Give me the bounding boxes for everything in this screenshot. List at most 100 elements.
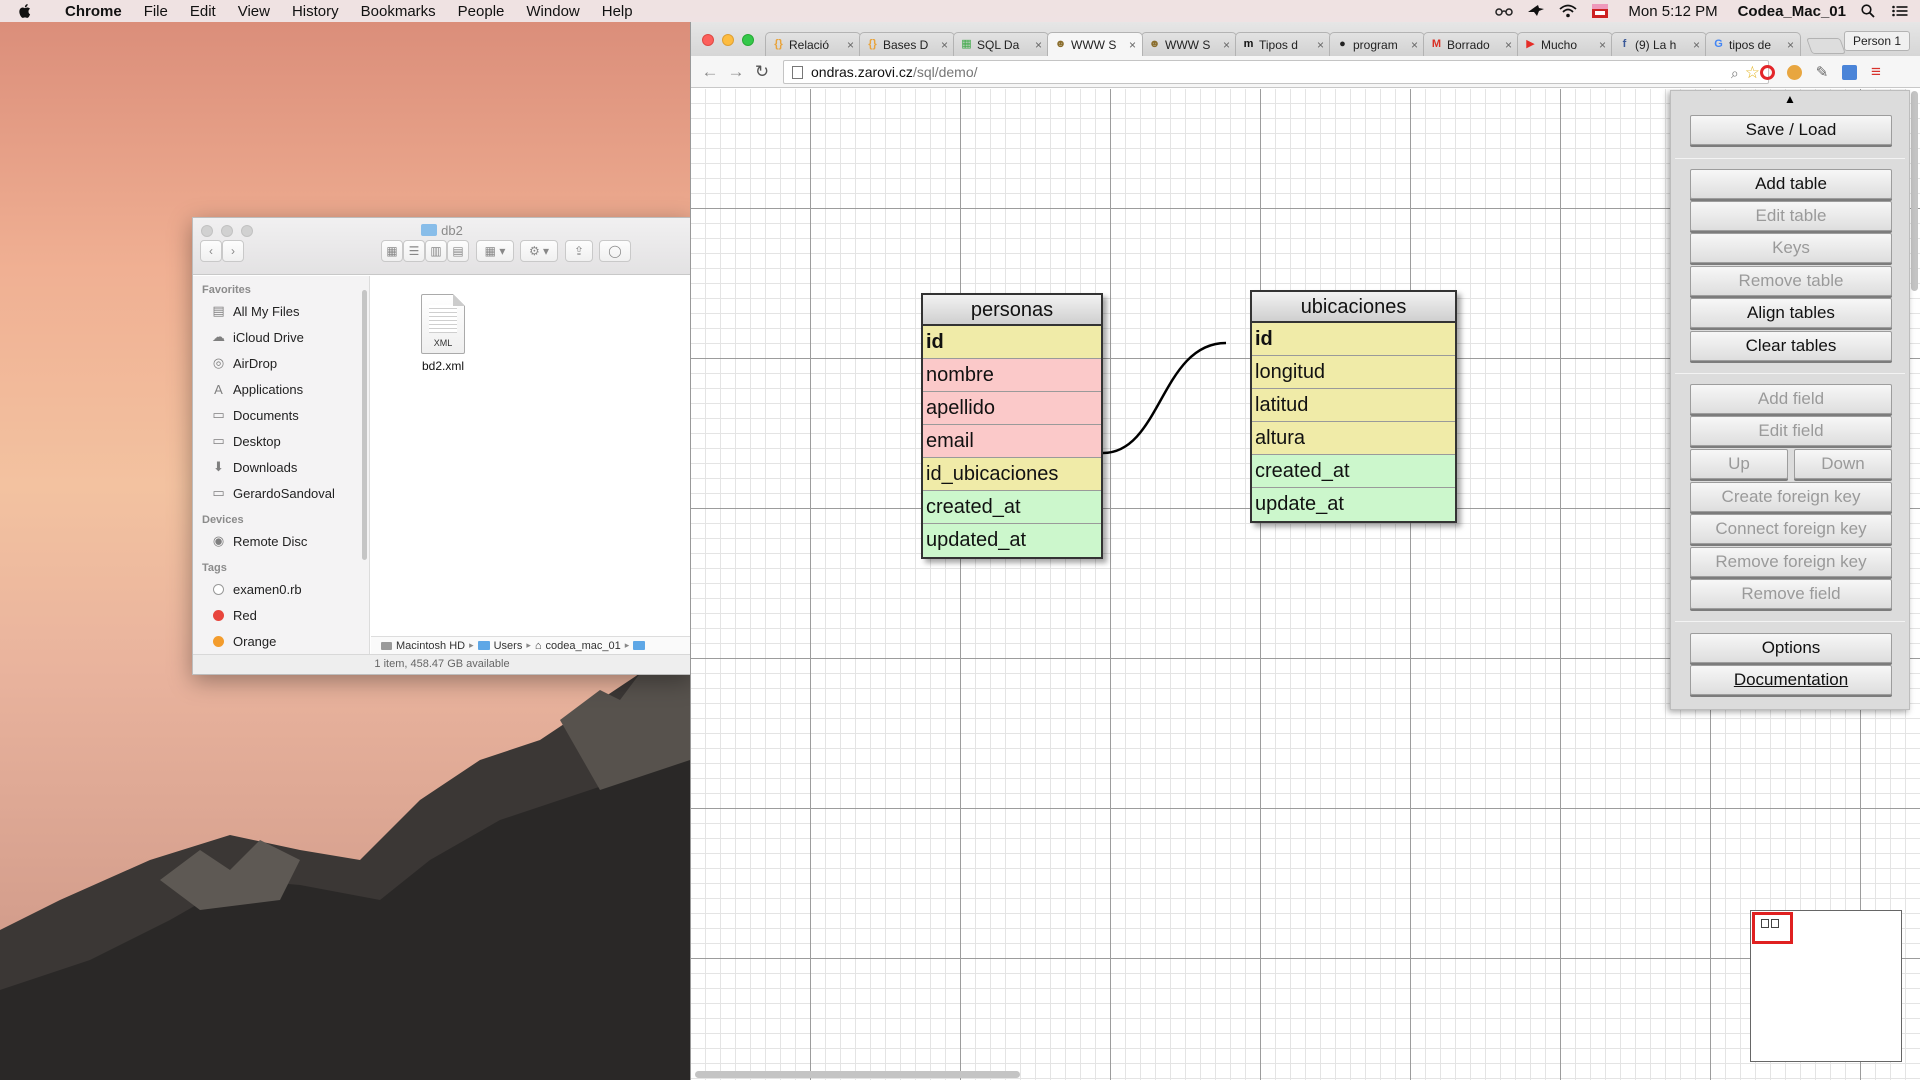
options-button[interactable]: Options [1690,633,1892,663]
sidebar-item-remote-disc[interactable]: ◉ Remote Disc [193,528,369,554]
list-view-button[interactable]: ☰ [403,240,425,262]
menu-hamburger-icon[interactable]: ≡ [1866,62,1886,82]
menu-window[interactable]: Window [515,3,590,20]
clock[interactable]: Mon 5:12 PM [1628,3,1717,20]
sidebar-item-documents[interactable]: ▭ Documents [193,402,369,428]
minimize-button[interactable] [722,34,734,46]
sidebar-scrollbar[interactable] [362,290,367,560]
add-table-button[interactable]: Add table [1690,169,1892,199]
table-field[interactable]: email [923,425,1101,458]
back-button[interactable]: ‹ [200,240,222,262]
horizontal-scrollbar[interactable] [695,1071,1020,1078]
sidebar-tag-orange[interactable]: Orange [193,628,369,654]
menu-help[interactable]: Help [591,3,644,20]
table-title[interactable]: personas [923,295,1101,326]
opera-extension-icon[interactable] [1757,62,1777,82]
table-field[interactable]: apellido [923,392,1101,425]
table-field[interactable]: updated_at [923,524,1101,557]
cookie-extension-icon[interactable] [1784,62,1804,82]
table-title[interactable]: ubicaciones [1252,292,1455,323]
table-personas[interactable]: personas id nombre apellido email id_ubicaci… [921,293,1103,559]
browser-tab[interactable]: f (9) La h × [1611,32,1707,56]
cover-flow-button[interactable]: ▤ [447,240,469,262]
spotlight-search-icon[interactable] [1858,3,1878,19]
file-item[interactable]: XML bd2.xml [413,294,473,373]
browser-tab[interactable]: ● program × [1329,32,1425,56]
path-item[interactable]: Macintosh HD [396,640,465,652]
new-tab-button[interactable] [1806,38,1846,54]
path-item[interactable]: codea_mac_01 [546,640,621,652]
close-button[interactable] [702,34,714,46]
column-view-button[interactable]: ▥ [425,240,447,262]
browser-tab[interactable]: ▶ Mucho × [1517,32,1613,56]
remove-table-button[interactable]: Remove table [1690,266,1892,296]
browser-tab[interactable]: m Tipos d × [1235,32,1331,56]
back-arrow-icon[interactable]: ← [699,61,721,83]
address-bar[interactable]: ondras.zarovi.cz/sql/demo/ ⌕ ☆ [783,60,1769,84]
path-item[interactable]: Users [494,640,523,652]
menu-file[interactable]: File [133,3,179,20]
minimap[interactable] [1750,910,1902,1062]
input-flag-icon[interactable] [1590,3,1610,19]
browser-tab[interactable]: {} Relació × [765,32,861,56]
sidebar-tag-red[interactable]: Red [193,602,369,628]
move-down-button[interactable]: Down [1794,449,1892,479]
edit-field-button[interactable]: Edit field [1690,416,1892,446]
edit-table-button[interactable]: Edit table [1690,201,1892,231]
table-field[interactable]: nombre [923,359,1101,392]
browser-tab[interactable]: ☻ WWW S × [1047,32,1143,56]
table-ubicaciones[interactable]: ubicaciones id longitud latitud altura creat… [1250,290,1457,523]
browser-tab[interactable]: ☻ WWW S × [1141,32,1237,56]
table-field[interactable]: id [923,326,1101,359]
menu-edit[interactable]: Edit [179,3,227,20]
table-field[interactable]: altura [1252,422,1455,455]
tab-close-icon[interactable]: × [1411,38,1418,52]
browser-tab[interactable]: M Borrado × [1423,32,1519,56]
clear-tables-button[interactable]: Clear tables [1690,331,1892,361]
align-tables-button[interactable]: Align tables [1690,298,1892,328]
zoom-icon[interactable]: ⌕ [1731,65,1739,82]
keys-button[interactable]: Keys [1690,233,1892,263]
table-field[interactable]: created_at [1252,455,1455,488]
sidebar-item-applications[interactable]: A Applications [193,376,369,402]
tab-close-icon[interactable]: × [847,38,854,52]
browser-tab[interactable]: {} Bases D × [859,32,955,56]
remove-foreign-key-button[interactable]: Remove foreign key [1690,547,1892,577]
tab-close-icon[interactable]: × [1129,38,1136,52]
sidebar-item-desktop[interactable]: ▭ Desktop [193,428,369,454]
tab-close-icon[interactable]: × [1505,38,1512,52]
glasses-icon[interactable] [1494,3,1514,19]
table-field[interactable]: longitud [1252,356,1455,389]
sidebar-item-gerardosandoval[interactable]: ▭ GerardoSandoval [193,480,369,506]
table-field[interactable]: update_at [1252,488,1455,521]
reload-icon[interactable]: ↻ [751,61,773,83]
sidebar-item-airdrop[interactable]: ◎ AirDrop [193,350,369,376]
tab-close-icon[interactable]: × [1035,38,1042,52]
bird-icon[interactable] [1526,3,1546,19]
tab-close-icon[interactable]: × [1317,38,1324,52]
finder-titlebar[interactable]: db2 ‹ › ▦ ☰ ▥ ▤ ▦ ▾ ⚙ ▾ ⇪ ◯ [193,218,691,275]
notification-center-icon[interactable] [1890,3,1910,19]
menu-view[interactable]: View [227,3,281,20]
move-up-button[interactable]: Up [1690,449,1788,479]
share-icon[interactable]: ⇪ [565,240,593,262]
sidebar-item-downloads[interactable]: ⬇ Downloads [193,454,369,480]
browser-tab[interactable]: Gtipos de × [1705,32,1801,56]
remove-field-button[interactable]: Remove field [1690,579,1892,609]
menu-history[interactable]: History [281,3,350,20]
apple-menu-icon[interactable] [18,3,40,19]
forward-arrow-icon[interactable]: → [725,61,747,83]
menu-bookmarks[interactable]: Bookmarks [350,3,447,20]
translate-extension-icon[interactable] [1839,62,1859,82]
sidebar-item-all-my-files[interactable]: ▤ All My Files [193,298,369,324]
table-field[interactable]: id_ubicaciones [923,458,1101,491]
profile-button[interactable]: Person 1 [1843,31,1910,51]
tab-close-icon[interactable]: × [1599,38,1606,52]
tab-close-icon[interactable]: × [1787,38,1794,52]
user-name[interactable]: Codea_Mac_01 [1738,3,1846,20]
forward-button[interactable]: › [222,240,244,262]
gear-icon[interactable]: ⚙ ▾ [520,240,558,262]
zoom-button[interactable] [742,34,754,46]
collapse-toggle-icon[interactable]: ▲ [1671,91,1909,109]
documentation-link[interactable]: Documentation [1690,665,1892,695]
